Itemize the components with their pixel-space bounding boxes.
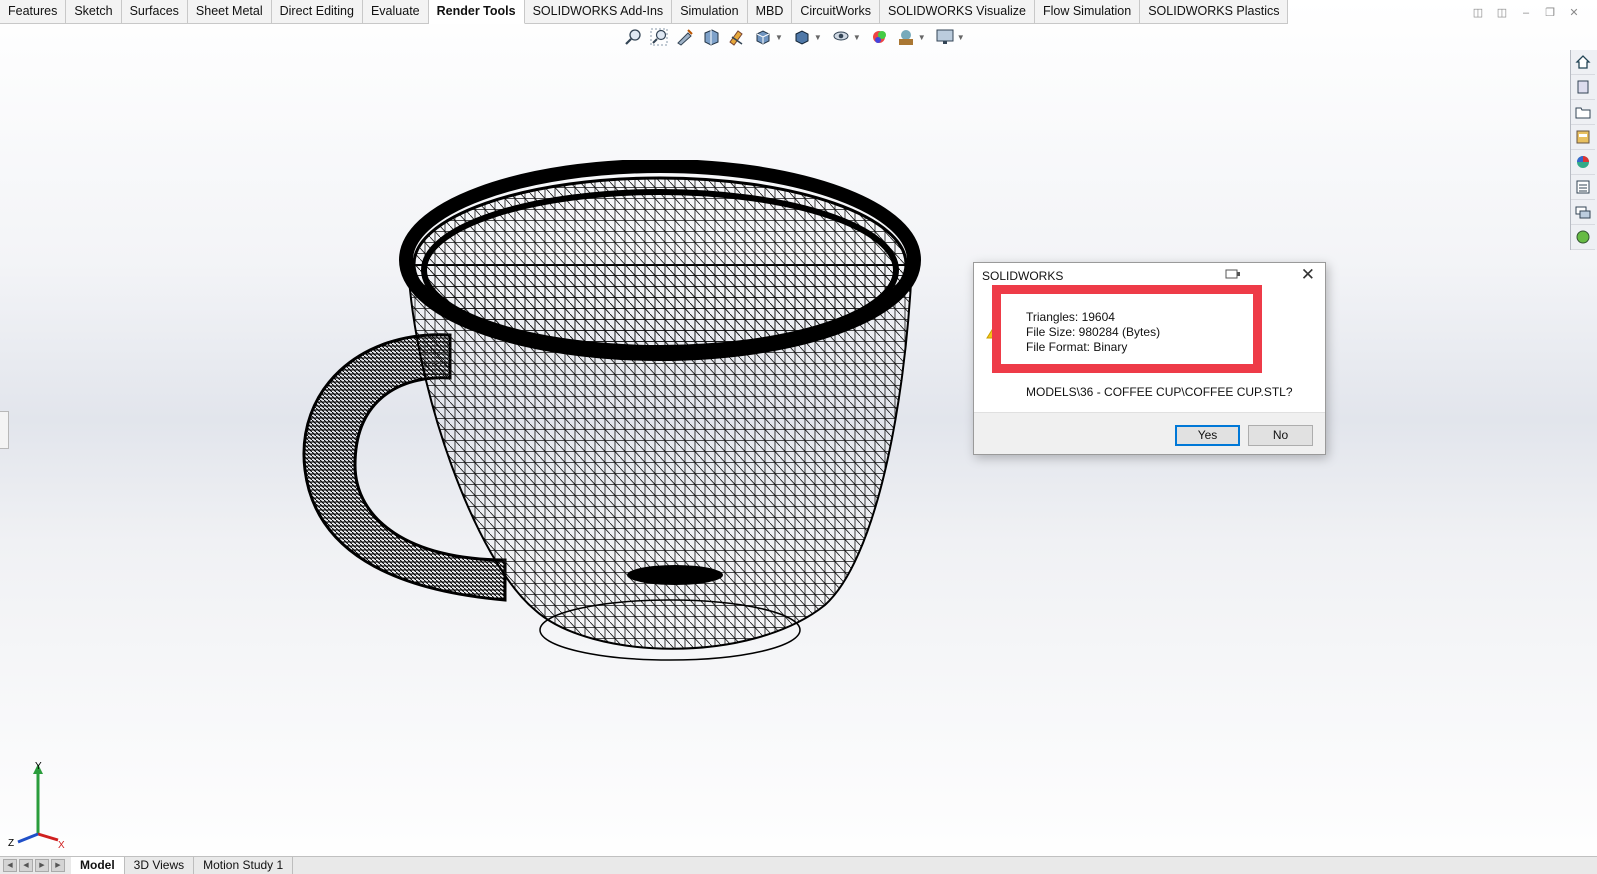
tab-solidworks-plastics[interactable]: SOLIDWORKS Plastics: [1140, 0, 1289, 23]
chevron-down-icon[interactable]: ▼: [957, 33, 965, 42]
hide-show-items-icon[interactable]: [830, 26, 852, 48]
first-tab-icon[interactable]: ◀: [3, 859, 17, 872]
tab-circuitworks[interactable]: CircuitWorks: [792, 0, 880, 23]
tab-model[interactable]: Model: [71, 857, 125, 874]
no-button[interactable]: No: [1248, 425, 1313, 446]
file-path-question: MODELS\36 - COFFEE CUP\COFFEE CUP.STL?: [1026, 385, 1293, 399]
tab-render-tools[interactable]: Render Tools: [428, 0, 525, 24]
tile-right-icon[interactable]: ◫: [1495, 6, 1509, 20]
dialog-title: SOLIDWORKS: [982, 269, 1064, 283]
tab-solidworks-add-ins[interactable]: SOLIDWORKS Add-Ins: [524, 0, 673, 23]
next-tab-icon[interactable]: ▶: [35, 859, 49, 872]
heads-up-view-toolbar: ▼ ▼ ▼ ▼ ▼: [622, 26, 969, 48]
dialog-pin-icon[interactable]: [1225, 268, 1241, 283]
section-view-icon[interactable]: [700, 26, 722, 48]
zoom-to-area-icon[interactable]: [648, 26, 670, 48]
close-icon[interactable]: ✕: [1301, 265, 1315, 285]
apply-scene-icon[interactable]: [895, 26, 917, 48]
previous-tab-icon[interactable]: ◀: [19, 859, 33, 872]
chevron-down-icon[interactable]: ▼: [775, 33, 783, 42]
command-manager-tabs: Features Sketch Surfaces Sheet Metal Dir…: [0, 0, 1289, 24]
task-pane: [1570, 50, 1597, 250]
zoom-to-fit-icon[interactable]: [622, 26, 644, 48]
yes-button[interactable]: Yes: [1175, 425, 1240, 446]
tab-evaluate[interactable]: Evaluate: [362, 0, 429, 23]
edit-appearance-icon[interactable]: [869, 26, 891, 48]
home-icon[interactable]: [1571, 50, 1595, 75]
appearances-icon[interactable]: [1571, 150, 1595, 175]
custom-properties-icon[interactable]: [1571, 175, 1595, 200]
restore-icon[interactable]: ❐: [1543, 6, 1557, 20]
previous-view-icon[interactable]: [674, 26, 696, 48]
triad-y-label: Y: [35, 761, 42, 772]
chevron-down-icon[interactable]: ▼: [814, 33, 822, 42]
reference-triad: Y X Z: [8, 761, 65, 850]
coffee-cup-wireframe-model[interactable]: [300, 160, 940, 680]
forum-icon[interactable]: [1571, 200, 1595, 225]
tile-left-icon[interactable]: ◫: [1471, 6, 1485, 20]
design-library-icon[interactable]: [1571, 100, 1595, 125]
triangles-count: Triangles: 19604: [1026, 310, 1115, 324]
tab-direct-editing[interactable]: Direct Editing: [271, 0, 363, 23]
stl-import-dialog: SOLIDWORKS ✕ Triangles: 19604 File Size:…: [973, 262, 1326, 455]
resources-icon[interactable]: [1571, 75, 1595, 100]
model-view-tabs: ◀ ◀ ▶ ▶ Model 3D Views Motion Study 1: [0, 856, 1597, 874]
last-tab-icon[interactable]: ▶: [51, 859, 65, 872]
tab-scroll-arrows: ◀ ◀ ▶ ▶: [3, 859, 65, 872]
tab-flow-simulation[interactable]: Flow Simulation: [1034, 0, 1141, 23]
tab-sketch[interactable]: Sketch: [66, 0, 122, 23]
view-settings-icon[interactable]: [934, 26, 956, 48]
triad-x-label: X: [58, 840, 65, 850]
tab-mbd[interactable]: MBD: [747, 0, 793, 23]
feature-manager-collapse-handle[interactable]: [0, 411, 9, 449]
chevron-down-icon[interactable]: ▼: [918, 33, 926, 42]
display-style-icon[interactable]: [791, 26, 813, 48]
dialog-footer: Yes No: [974, 412, 1325, 454]
chevron-down-icon[interactable]: ▼: [853, 33, 861, 42]
tab-motion-study-1[interactable]: Motion Study 1: [194, 857, 294, 874]
close-icon[interactable]: ✕: [1567, 6, 1581, 20]
tab-simulation[interactable]: Simulation: [672, 0, 748, 23]
file-size: File Size: 980284 (Bytes): [1026, 325, 1161, 339]
dynamic-annotation-icon[interactable]: [726, 26, 748, 48]
view-orientation-icon[interactable]: [752, 26, 774, 48]
minimize-icon[interactable]: –: [1519, 6, 1533, 20]
tab-solidworks-visualize[interactable]: SOLIDWORKS Visualize: [879, 0, 1035, 23]
file-explorer-icon[interactable]: [1571, 125, 1595, 150]
triad-z-label: Z: [8, 838, 14, 849]
tab-surfaces[interactable]: Surfaces: [121, 0, 188, 23]
view-palette-icon[interactable]: [1571, 225, 1595, 250]
tab-sheet-metal[interactable]: Sheet Metal: [187, 0, 272, 23]
tab-features[interactable]: Features: [0, 0, 67, 23]
file-format: File Format: Binary: [1026, 340, 1128, 354]
window-controls: ◫ ◫ – ❐ ✕: [1471, 6, 1581, 20]
tab-3d-views[interactable]: 3D Views: [125, 857, 195, 874]
